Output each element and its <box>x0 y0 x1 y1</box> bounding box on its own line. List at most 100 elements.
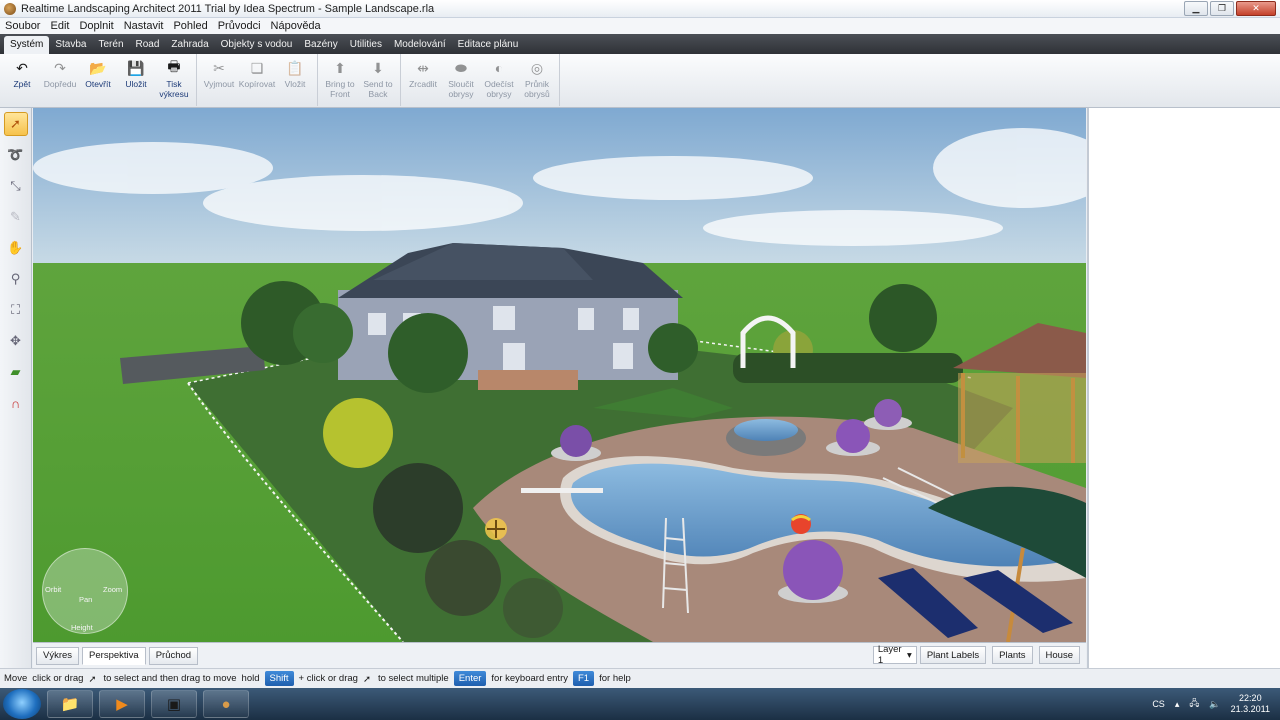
tab-vykres[interactable]: Výkres <box>36 646 80 665</box>
scissors-icon: ✂ <box>213 59 225 76</box>
view-options: Layer 1 ▾ Plant Labels Plants House <box>872 644 1083 666</box>
tab-utilities[interactable]: Utilities <box>344 36 388 54</box>
copy-button[interactable]: ❏ Kopírovat <box>238 54 276 106</box>
status-bar: Move click or drag ➚ to select and then … <box>0 668 1280 688</box>
plant-labels-toggle[interactable]: Plant Labels <box>919 646 987 664</box>
window-controls: ▁ ❐ ✕ <box>1184 1 1276 16</box>
clock[interactable]: 22:20 21.3.2011 <box>1231 693 1270 715</box>
close-button[interactable]: ✕ <box>1236 1 1276 16</box>
language-indicator[interactable]: CS <box>1152 699 1165 709</box>
zoom-tool[interactable]: ⚲ <box>4 267 28 291</box>
tab-editace-planu[interactable]: Editace plánu <box>452 36 525 54</box>
tab-objekty-s-vodou[interactable]: Objekty s vodou <box>215 36 299 54</box>
terrain-tool[interactable]: ▰ <box>4 360 28 384</box>
nav-height[interactable]: Height <box>71 623 93 632</box>
send-to-back-button[interactable]: ⬇ Send to Back <box>359 54 397 106</box>
tab-system[interactable]: Systém <box>4 36 50 54</box>
taskbar-media-player[interactable]: ▶ <box>99 690 145 718</box>
taskbar: 📁 ▶ ▣ ● CS ▴ 🖧 🔈 22:20 21.3.2011 <box>0 688 1280 720</box>
redo-icon: ↷ <box>54 59 66 76</box>
taskbar-explorer[interactable]: 📁 <box>47 690 93 718</box>
tab-stavba[interactable]: Stavba <box>49 36 92 54</box>
bring-front-icon: ⬆ <box>334 59 346 76</box>
lasso-icon: ➰ <box>7 147 24 162</box>
zoom-extents-icon: ⛶ <box>10 302 21 317</box>
layer-select[interactable]: Layer 1 ▾ <box>872 644 917 666</box>
dropdown-arrow-icon: ▾ <box>907 649 912 661</box>
taskbar-landscaping[interactable]: ● <box>203 690 249 718</box>
subtract-button[interactable]: ◐ Odečíst obrysy <box>480 54 518 106</box>
menu-doplnit[interactable]: Doplnit <box>74 20 118 32</box>
perspective-viewport[interactable] <box>33 108 1086 642</box>
toolbar-group-order: ⬆ Bring to Front ⬇ Send to Back <box>318 54 401 106</box>
magnet-tool[interactable]: ∩ <box>4 391 28 415</box>
tab-modelovani[interactable]: Modelování <box>388 36 452 54</box>
cut-button[interactable]: ✂ Vyjmout <box>200 54 238 106</box>
menu-edit[interactable]: Edit <box>45 20 74 32</box>
navigation-widget[interactable]: Orbit Pan Zoom Height <box>42 548 128 634</box>
enter-key-badge: Enter <box>453 671 487 686</box>
intersect-button[interactable]: ◎ Průnik obrysů <box>518 54 556 106</box>
paste-button[interactable]: 📋 Vložit <box>276 54 314 106</box>
f1-key-badge: F1 <box>573 671 595 686</box>
scene-render[interactable] <box>33 108 1086 642</box>
tab-teren[interactable]: Terén <box>92 36 129 54</box>
menu-napoveda[interactable]: Nápověda <box>266 20 326 32</box>
spa <box>734 419 798 441</box>
select-tool[interactable]: ➚ <box>3 112 28 136</box>
start-button[interactable] <box>3 689 41 719</box>
nav-orbit[interactable]: Orbit <box>45 585 61 594</box>
menu-pohled[interactable]: Pohled <box>168 20 212 32</box>
hand-tool[interactable]: ✋ <box>4 236 28 260</box>
undo-icon: ↶ <box>16 59 28 76</box>
maximize-button[interactable]: ❐ <box>1210 1 1234 16</box>
undo-button[interactable]: ↶ Zpět <box>3 54 41 106</box>
subtract-icon: ◐ <box>494 60 504 76</box>
copy-icon: ❏ <box>250 59 264 76</box>
save-button[interactable]: 💾 Uložit <box>117 54 155 106</box>
intersect-icon: ◎ <box>530 59 544 76</box>
network-icon[interactable]: 🖧 <box>1189 696 1199 712</box>
tab-perspektiva[interactable]: Perspektiva <box>82 646 146 665</box>
tab-pruchod[interactable]: Průchod <box>148 646 199 665</box>
tab-zahrada[interactable]: Zahrada <box>165 36 214 54</box>
toolbar-group-clipboard: ✂ Vyjmout ❏ Kopírovat 📋 Vložit <box>197 54 318 106</box>
tray-expand-icon[interactable]: ▴ <box>1175 699 1180 710</box>
speaker-icon[interactable]: 🔈 <box>1209 699 1220 710</box>
view-tabs: Výkres Perspektiva Průchod Layer 1 ▾ Plan… <box>33 642 1086 668</box>
magnet-icon: ∩ <box>10 395 21 411</box>
send-back-icon: ⬇ <box>372 59 384 76</box>
edit-tool[interactable]: ✎ <box>4 205 28 229</box>
mirror-button[interactable]: ⇹ Zrcadlit <box>404 54 442 106</box>
move-tool[interactable]: ✥ <box>4 329 28 353</box>
redo-button[interactable]: ↷ Dopředu <box>41 54 79 106</box>
merge-icon: ⬬ <box>455 59 467 76</box>
minimize-button[interactable]: ▁ <box>1184 1 1208 16</box>
tab-road[interactable]: Road <box>130 36 166 54</box>
landscaping-app-icon: ● <box>221 695 231 713</box>
taskbar-app-1[interactable]: ▣ <box>151 690 197 718</box>
menu-soubor[interactable]: Soubor <box>0 20 45 32</box>
print-button[interactable]: 🖶 Tisk výkresu <box>155 54 193 106</box>
open-button[interactable]: 📂 Otevřít <box>79 54 117 106</box>
lasso-tool[interactable]: ➰ <box>4 143 28 167</box>
terrain-icon: ▰ <box>10 364 21 379</box>
plants-toggle[interactable]: Plants <box>992 646 1033 664</box>
zoom-extents-tool[interactable]: ⛶ <box>4 298 28 322</box>
tab-bazeny[interactable]: Bazény <box>298 36 343 54</box>
house-toggle[interactable]: House <box>1038 646 1080 664</box>
menu-pruvodci[interactable]: Průvodci <box>213 20 266 32</box>
house <box>338 243 683 390</box>
system-tray: CS ▴ 🖧 🔈 22:20 21.3.2011 <box>1152 688 1270 720</box>
menu-nastavit[interactable]: Nastavit <box>119 20 169 32</box>
nav-pan[interactable]: Pan <box>79 595 92 604</box>
nav-zoom[interactable]: Zoom <box>103 585 122 594</box>
cursor-icon: ➚ <box>362 673 371 685</box>
merge-button[interactable]: ⬬ Sloučit obrysy <box>442 54 480 106</box>
shift-key-badge: Shift <box>264 671 294 686</box>
app-icon <box>4 2 16 15</box>
mirror-icon: ⇹ <box>417 59 429 76</box>
bring-to-front-button[interactable]: ⬆ Bring to Front <box>321 54 359 106</box>
resize-tool[interactable]: ⤡ <box>4 174 28 198</box>
app-icon: ▣ <box>166 696 182 713</box>
